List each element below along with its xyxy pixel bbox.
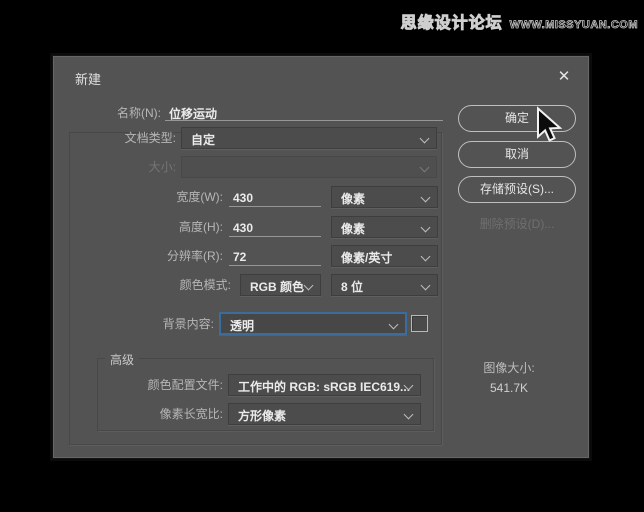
close-icon: ✕	[558, 68, 571, 85]
pixel-aspect-ratio-label: 像素长宽比:	[53, 407, 223, 421]
resolution-unit-value: 像素/英寸	[341, 249, 392, 266]
chevron-down-icon	[404, 410, 414, 420]
save-preset-button[interactable]: 存储预设(S)...	[458, 176, 576, 203]
height-label: 高度(H):	[53, 220, 223, 234]
color-mode-label: 颜色模式:	[53, 278, 231, 292]
height-unit-dropdown[interactable]: 像素	[331, 216, 438, 238]
width-input[interactable]: 430	[229, 189, 321, 207]
delete-preset-button: 删除预设(D)...	[458, 211, 576, 238]
color-profile-dropdown[interactable]: 工作中的 RGB: sRGB IEC619...	[228, 374, 421, 396]
color-profile-value: 工作中的 RGB: sRGB IEC619...	[238, 378, 410, 395]
new-document-dialog: 新建 ✕ 名称(N): 位移运动 文档类型: 自定 大小: 宽度(W): 430…	[52, 55, 590, 459]
bit-depth-value: 8 位	[341, 278, 363, 295]
chevron-down-icon	[421, 193, 431, 203]
close-button[interactable]: ✕	[551, 65, 577, 89]
background-contents-label: 背景内容:	[53, 317, 214, 331]
watermark-site-url: WWW.MISSYUAN.COM	[510, 19, 638, 31]
bit-depth-dropdown[interactable]: 8 位	[331, 274, 438, 296]
chevron-down-icon	[421, 223, 431, 233]
width-label: 宽度(W):	[53, 190, 223, 204]
chevron-down-icon	[304, 281, 314, 291]
height-value: 430	[233, 221, 253, 235]
screen: 思缘设计论坛 WWW.MISSYUAN.COM 新建 ✕ 名称(N): 位移运动…	[0, 0, 644, 512]
background-contents-dropdown[interactable]: 透明	[219, 312, 407, 335]
width-unit-value: 像素	[341, 190, 365, 207]
width-unit-dropdown[interactable]: 像素	[331, 186, 438, 208]
chevron-down-icon	[389, 320, 399, 330]
doc-type-label: 文档类型:	[53, 131, 176, 145]
size-label: 大小:	[53, 160, 176, 174]
advanced-legend: 高级	[105, 351, 139, 368]
name-value: 位移运动	[169, 105, 217, 122]
ok-button[interactable]: 确定	[458, 105, 576, 132]
resolution-input[interactable]: 72	[229, 248, 321, 266]
height-input[interactable]: 430	[229, 219, 321, 237]
cancel-button[interactable]: 取消	[458, 141, 576, 168]
chevron-down-icon	[421, 281, 431, 291]
background-color-swatch	[411, 315, 428, 332]
chevron-down-icon	[420, 163, 430, 173]
size-dropdown	[181, 156, 437, 178]
height-unit-value: 像素	[341, 220, 365, 237]
color-profile-label: 颜色配置文件:	[53, 378, 223, 392]
image-size-label: 图像大小:	[449, 358, 569, 378]
chevron-down-icon	[420, 134, 430, 144]
watermark-site-name: 思缘设计论坛	[401, 9, 503, 33]
resolution-label: 分辨率(R):	[53, 249, 223, 263]
width-value: 430	[233, 191, 253, 205]
chevron-down-icon	[421, 252, 431, 262]
watermark: 思缘设计论坛 WWW.MISSYUAN.COM	[401, 9, 638, 33]
pixel-aspect-ratio-value: 方形像素	[238, 407, 286, 424]
image-size: 图像大小: 541.7K	[449, 358, 569, 398]
dialog-title: 新建	[75, 69, 101, 88]
color-mode-value: RGB 颜色	[250, 278, 304, 295]
doc-type-value: 自定	[191, 131, 215, 148]
pixel-aspect-ratio-dropdown[interactable]: 方形像素	[228, 403, 421, 425]
background-contents-value: 透明	[230, 317, 254, 334]
doc-type-dropdown[interactable]: 自定	[181, 127, 437, 149]
resolution-value: 72	[233, 250, 246, 264]
image-size-value: 541.7K	[449, 378, 569, 398]
color-mode-dropdown[interactable]: RGB 颜色	[240, 274, 321, 296]
name-label: 名称(N):	[53, 106, 161, 120]
resolution-unit-dropdown[interactable]: 像素/英寸	[331, 245, 438, 267]
name-input[interactable]: 位移运动	[165, 103, 443, 121]
